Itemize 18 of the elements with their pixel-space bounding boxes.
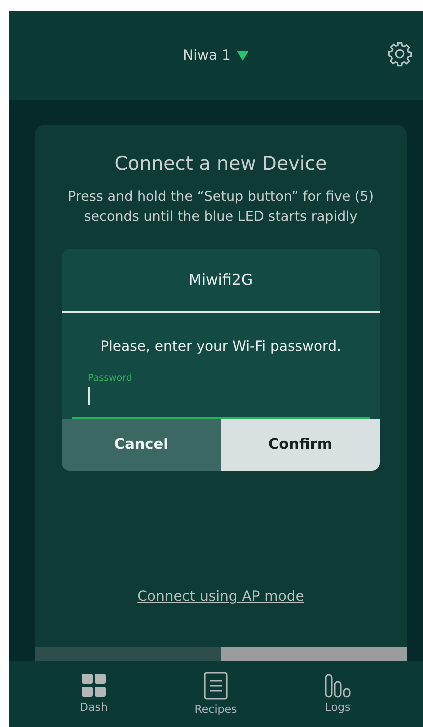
bar-chart-icon (325, 674, 351, 698)
settings-icon[interactable] (387, 41, 413, 67)
back-button[interactable] (35, 647, 221, 661)
ap-mode-link[interactable]: Connect using AP mode (138, 589, 304, 605)
nav-tab[interactable]: Logs (303, 661, 373, 727)
dropdown-arrow-icon (236, 50, 249, 60)
dialog-message: Please, enter your Wi-Fi password. (100, 339, 342, 355)
document-icon (204, 672, 228, 700)
instruction-text: Press and hold the “Setup button” for five (5) seconds until the blue LED starts rapidly (66, 188, 376, 227)
device-selector[interactable]: Niwa 1 (183, 48, 249, 64)
dialog-title: Miwifi2G (62, 249, 380, 313)
cancel-button[interactable]: Cancel (62, 419, 221, 471)
confirm-button[interactable]: Confirm (221, 419, 380, 471)
card-title: Connect a new Device (114, 153, 328, 175)
grid-icon (82, 674, 106, 698)
next-button[interactable] (221, 647, 407, 661)
nav-tab[interactable]: Recipes (181, 661, 251, 727)
nav-tab[interactable]: Dash (59, 661, 129, 727)
